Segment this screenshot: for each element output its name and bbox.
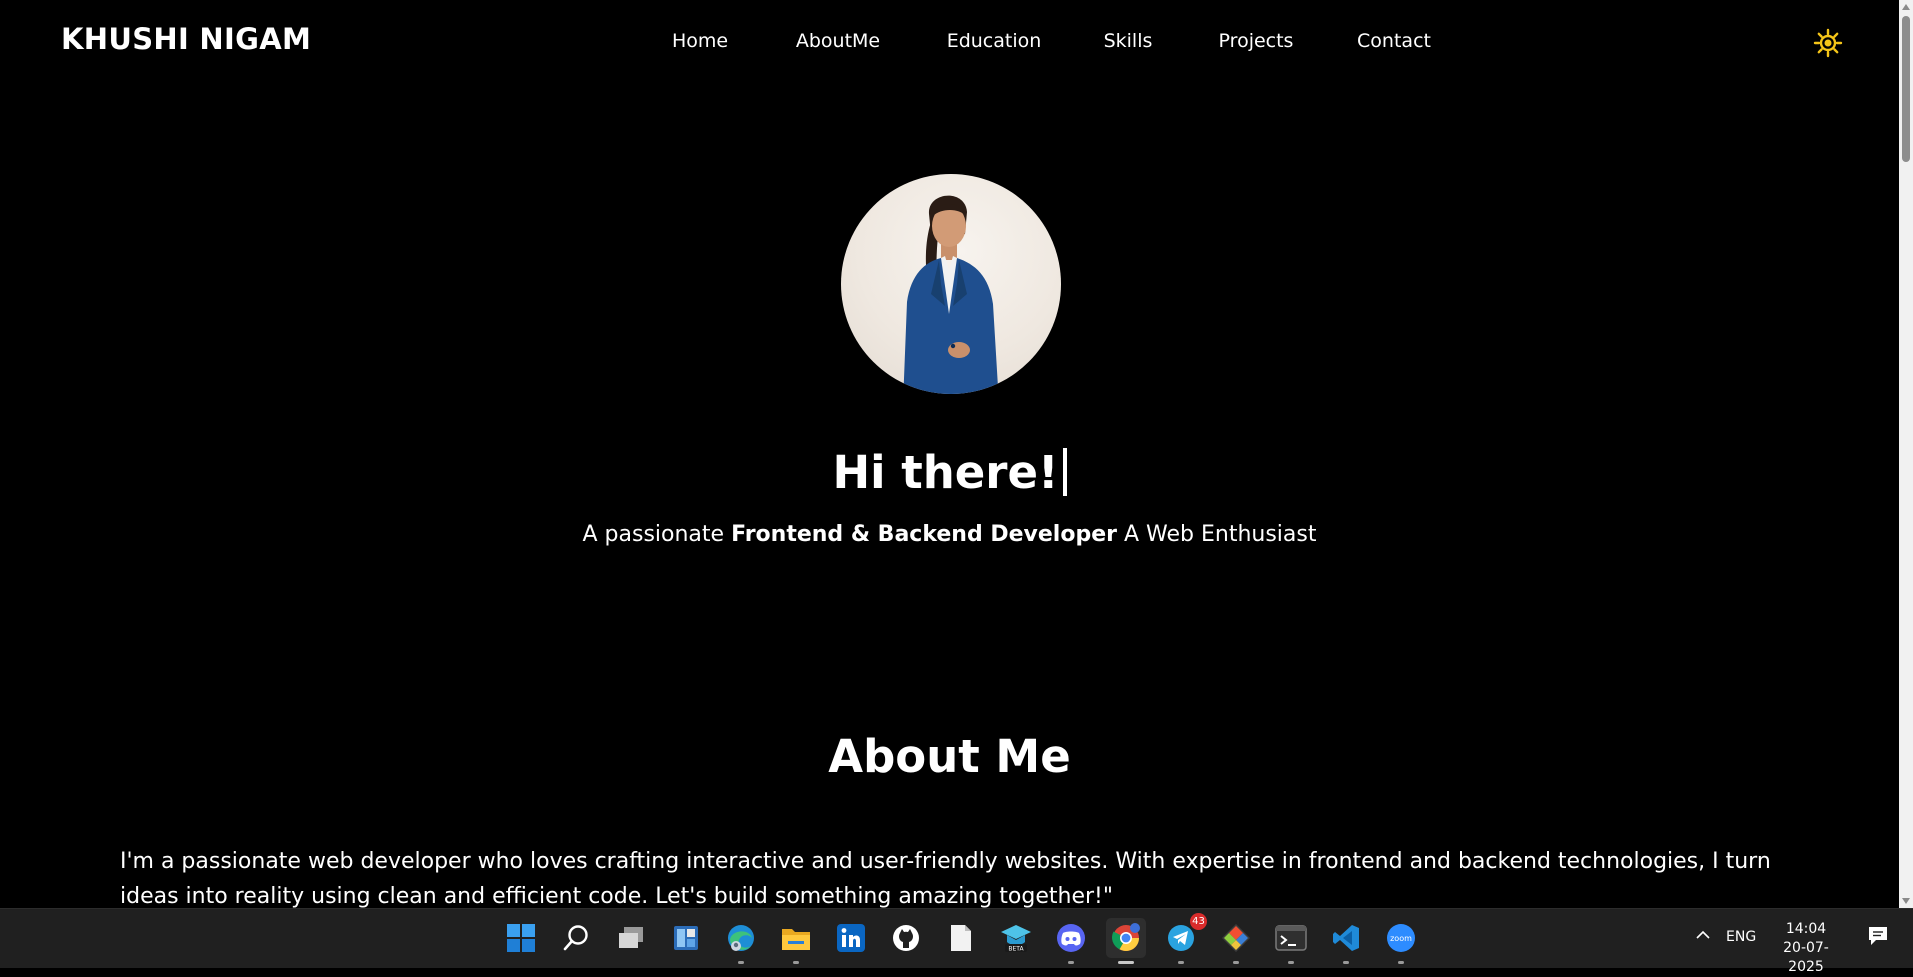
greeting-text: Hi there! (832, 446, 1059, 499)
running-indicator (793, 961, 799, 964)
notification-center-icon[interactable] (1867, 925, 1889, 951)
task-view-icon[interactable] (611, 918, 651, 958)
chrome-icon[interactable] (1106, 918, 1146, 964)
running-indicator (1233, 961, 1239, 964)
clock[interactable]: 14:04 20-07-2025 (1770, 920, 1842, 977)
telegram-icon[interactable]: 43 (1161, 913, 1207, 964)
clock-date: 20-07-2025 (1783, 940, 1829, 975)
github-icon[interactable] (886, 918, 926, 958)
profile-photo (841, 174, 1061, 394)
tagline-highlight: Frontend & Backend Developer (731, 522, 1117, 547)
linkedin-icon[interactable] (831, 918, 871, 958)
notepad-icon[interactable] (941, 918, 981, 958)
scroll-down-icon[interactable] (1902, 898, 1910, 904)
scroll-up-icon[interactable] (1902, 4, 1910, 10)
active-indicator (1118, 961, 1134, 964)
nav-home[interactable]: Home (672, 30, 728, 52)
nav-contact[interactable]: Contact (1357, 30, 1431, 52)
zoom-icon[interactable]: zoom (1381, 918, 1421, 964)
scroll-thumb[interactable] (1902, 16, 1910, 162)
windows-start-icon[interactable] (501, 918, 541, 958)
search-icon[interactable] (556, 918, 596, 958)
clock-time: 14:04 (1785, 921, 1827, 937)
file-explorer-icon[interactable] (776, 918, 816, 964)
tagline-suffix: A Web Enthusiast (1116, 522, 1317, 547)
tagline-prefix: A passionate (582, 522, 732, 547)
education-beta-icon[interactable]: BETA (996, 918, 1036, 958)
main-nav: Home AboutMe Education Skills Projects C… (0, 30, 1899, 60)
about-text: I'm a passionate web developer who loves… (120, 849, 1771, 908)
nav-education[interactable]: Education (947, 30, 1042, 52)
edge-icon[interactable] (721, 918, 761, 964)
hero-tagline: A passionate Frontend & Backend Develope… (0, 522, 1899, 547)
running-indicator (1343, 961, 1349, 964)
typing-caret (1062, 448, 1067, 496)
taskbar: BETA 43 zoom (0, 908, 1913, 968)
language-indicator[interactable]: ENG (1726, 929, 1756, 945)
git-icon[interactable] (1216, 918, 1256, 964)
nav-projects[interactable]: Projects (1219, 30, 1294, 52)
vscode-icon[interactable] (1326, 918, 1366, 964)
nav-skills[interactable]: Skills (1104, 30, 1153, 52)
widgets-icon[interactable] (666, 918, 706, 958)
show-hidden-icons-chevron-icon[interactable] (1694, 926, 1712, 948)
terminal-icon[interactable] (1271, 918, 1311, 964)
discord-icon[interactable] (1051, 918, 1091, 964)
running-indicator (738, 961, 744, 964)
about-heading: About Me (828, 730, 1071, 783)
sun-icon[interactable] (1813, 28, 1843, 58)
hero-greeting: Hi there! (0, 446, 1899, 499)
portfolio-page: KHUSHI NIGAM Home AboutMe Education Skil… (0, 0, 1899, 908)
page-scrollbar[interactable] (1899, 0, 1913, 908)
zoom-label: zoom (1390, 934, 1412, 943)
running-indicator (1068, 961, 1074, 964)
notification-badge: 43 (1190, 913, 1207, 930)
running-indicator (1178, 961, 1184, 964)
beta-label: BETA (1008, 946, 1024, 953)
running-indicator (1398, 961, 1404, 964)
nav-aboutme[interactable]: AboutMe (796, 30, 880, 52)
running-indicator (1288, 961, 1294, 964)
